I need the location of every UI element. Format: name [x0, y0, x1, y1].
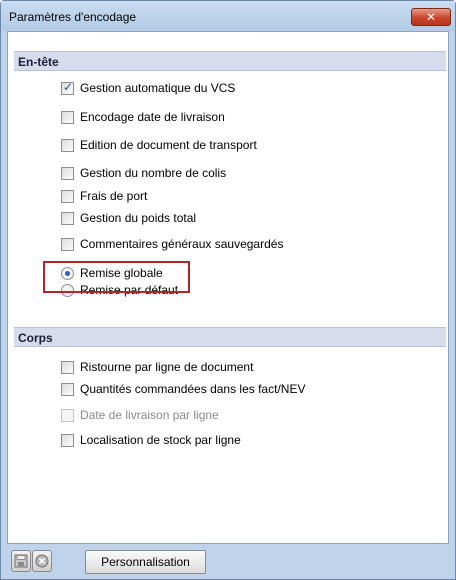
- checkbox-date-livraison-ligne: Date de livraison par ligne: [61, 406, 219, 424]
- checkbox-quantites-commandees[interactable]: Quantités commandées dans les fact/NEV: [61, 380, 305, 398]
- checkbox-commentaires-generaux[interactable]: Commentaires généraux sauvegardés: [61, 235, 283, 253]
- checkbox-label: Quantités commandées dans les fact/NEV: [80, 382, 306, 396]
- checkbox-edition-document-transport[interactable]: Edition de document de transport: [61, 136, 257, 154]
- checkbox-localisation-stock[interactable]: Localisation de stock par ligne: [61, 431, 241, 449]
- checkbox-label: Gestion du poids total: [80, 211, 197, 225]
- checkbox-frais-de-port[interactable]: Frais de port: [61, 187, 147, 205]
- checkbox-box[interactable]: [61, 138, 74, 152]
- checkbox-label: Encodage date de livraison: [80, 110, 225, 124]
- checkbox-label: Localisation de stock par ligne: [80, 433, 241, 447]
- checkbox-box[interactable]: [61, 382, 74, 396]
- section-header-en-tete: En-tête: [14, 51, 446, 71]
- cancel-icon: [35, 554, 49, 568]
- checkbox-box[interactable]: [61, 80, 74, 95]
- dialog-window: Paramètres d'encodage ✕ En-tête Gestion …: [0, 0, 456, 580]
- cancel-button[interactable]: [32, 550, 52, 572]
- checkbox-box[interactable]: [61, 237, 74, 251]
- highlight-annotation: [43, 261, 190, 293]
- checkbox-label: Frais de port: [80, 189, 148, 203]
- window-title: Paramètres d'encodage: [9, 10, 137, 24]
- checkbox-box[interactable]: [61, 189, 74, 203]
- close-button[interactable]: ✕: [411, 8, 451, 26]
- checkbox-label: Gestion du nombre de colis: [80, 166, 227, 180]
- title-bar[interactable]: Paramètres d'encodage ✕: [1, 1, 455, 31]
- checkbox-gestion-vcs[interactable]: Gestion automatique du VCS: [61, 79, 235, 97]
- checkbox-box[interactable]: [61, 166, 74, 180]
- checkbox-box[interactable]: [61, 360, 74, 374]
- checkbox-box: [61, 408, 74, 422]
- checkbox-label: Ristourne par ligne de document: [80, 360, 254, 374]
- save-icon: [14, 554, 28, 568]
- checkbox-box[interactable]: [61, 433, 74, 447]
- bottom-toolbar: Personnalisation: [7, 546, 449, 576]
- checkbox-box[interactable]: [61, 110, 74, 124]
- checkbox-box[interactable]: [61, 211, 74, 225]
- checkbox-gestion-poids-total[interactable]: Gestion du poids total: [61, 209, 196, 227]
- checkbox-ristourne-ligne[interactable]: Ristourne par ligne de document: [61, 358, 253, 376]
- checkbox-label: Date de livraison par ligne: [80, 408, 219, 422]
- section-header-corps: Corps: [14, 327, 446, 347]
- personnalisation-button[interactable]: Personnalisation: [85, 550, 206, 574]
- checkbox-label: Gestion automatique du VCS: [80, 81, 236, 95]
- checkbox-gestion-nombre-colis[interactable]: Gestion du nombre de colis: [61, 164, 226, 182]
- close-icon: ✕: [425, 10, 437, 24]
- checkbox-label: Commentaires généraux sauvegardés: [80, 237, 284, 251]
- save-button[interactable]: [11, 550, 31, 572]
- checkbox-encodage-date-livraison[interactable]: Encodage date de livraison: [61, 108, 225, 126]
- checkbox-label: Edition de document de transport: [80, 138, 257, 152]
